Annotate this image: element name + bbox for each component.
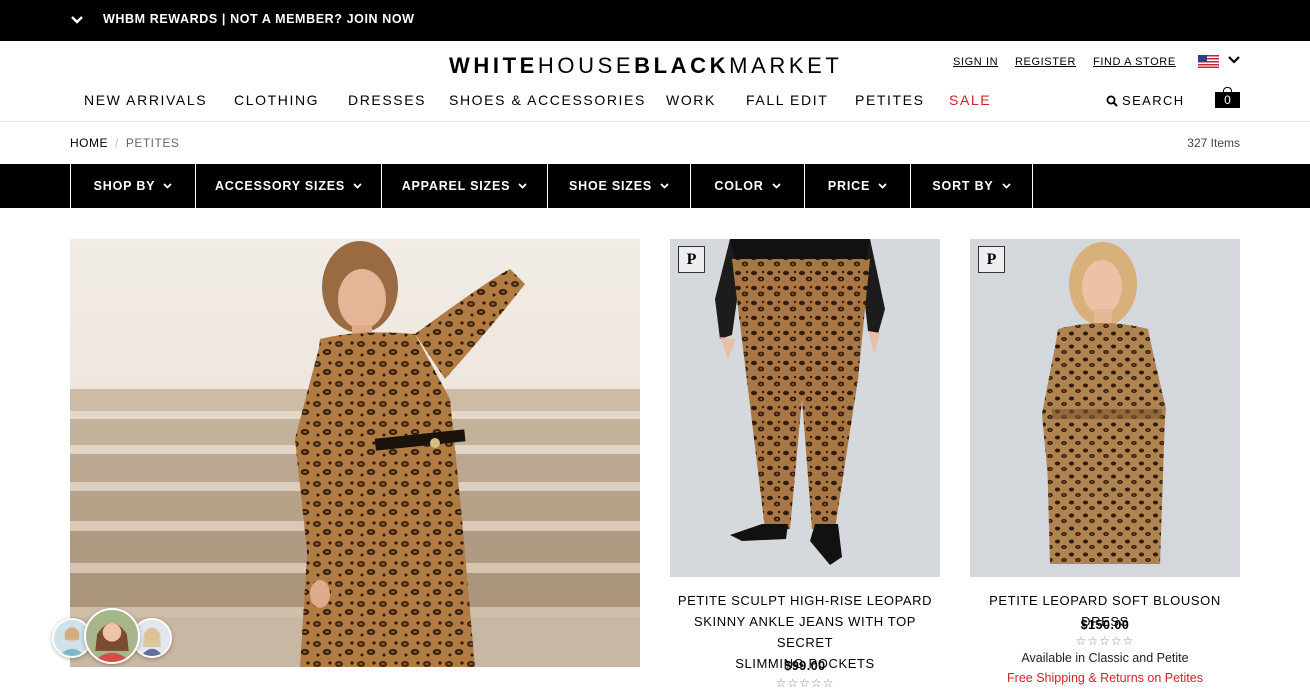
us-flag-icon[interactable] [1198,55,1219,68]
product-price: $99.00 [784,659,826,673]
filter-label: SHOP BY [93,179,156,193]
product-image-leopard-jeans[interactable]: P [670,239,940,577]
chevron-down-icon [518,183,527,189]
item-count: 327 Items [1187,136,1240,150]
shopping-bag-button[interactable]: 0 [1215,87,1240,108]
header-divider [0,121,1310,122]
nav-clothing[interactable]: CLOTHING [234,92,319,108]
filter-apparel-sizes[interactable]: APPAREL SIZES [381,164,547,208]
nav-new-arrivals[interactable]: NEW ARRIVALS [84,92,207,108]
search-label: SEARCH [1122,93,1185,108]
register-link[interactable]: REGISTER [1015,56,1076,68]
promo-text[interactable]: WHBM REWARDS | NOT A MEMBER? JOIN NOW [103,12,415,26]
chevron-down-icon [771,183,781,189]
bag-count: 0 [1215,92,1240,108]
breadcrumb-current: PETITES [125,136,180,150]
nav-dresses[interactable]: DRESSES [348,92,426,108]
petite-badge: P [978,246,1005,273]
breadcrumb-separator: / [115,136,119,150]
logo-white: WHITE [449,53,538,78]
nav-fall-edit[interactable]: FALL EDIT [746,92,828,108]
rating-stars[interactable]: ☆☆☆☆☆ [970,634,1240,648]
filter-label: APPAREL SIZES [401,179,511,193]
filter-label: SHOE SIZES [568,179,653,193]
logo-black: BLACK [634,53,730,78]
filter-color[interactable]: COLOR [690,164,804,208]
filter-sort-by[interactable]: SORT BY [910,164,1033,208]
availability-text: Available in Classic and Petite [1021,651,1189,665]
chevron-down-icon [163,183,172,189]
product-name-line: SKINNY ANKLE JEANS WITH TOP SECRET [693,614,917,650]
filter-label: SORT BY [932,179,994,193]
chevron-down-icon [660,183,669,189]
sign-in-link[interactable]: SIGN IN [953,56,998,68]
filter-label: COLOR [714,179,764,193]
avatar[interactable] [84,608,140,664]
chat-widget[interactable] [50,608,174,668]
filter-price[interactable]: PRICE [804,164,910,208]
filter-accessory-sizes[interactable]: ACCESSORY SIZES [195,164,381,208]
search-button[interactable]: SEARCH [1106,93,1185,108]
shipping-promo-text: Free Shipping & Returns on Petites [1007,671,1203,685]
breadcrumb: HOME / PETITES [70,136,179,150]
filter-label: ACCESSORY SIZES [214,179,346,193]
filter-bar: SHOP BY ACCESSORY SIZES APPAREL SIZES SH… [0,164,1310,208]
filter-label: PRICE [827,179,871,193]
logo-market: MARKET [729,53,843,78]
promo-bar[interactable]: WHBM REWARDS | NOT A MEMBER? JOIN NOW [0,0,1310,41]
breadcrumb-home[interactable]: HOME [70,136,108,150]
find-store-link[interactable]: FIND A STORE [1093,56,1176,68]
nav-petites[interactable]: PETITES [855,92,925,108]
nav-work[interactable]: WORK [666,92,716,108]
filter-shop-by[interactable]: SHOP BY [70,164,195,208]
search-icon [1106,95,1118,107]
nav-shoes-accessories[interactable]: SHOES & ACCESSORIES [449,92,646,108]
nav-sale[interactable]: SALE [949,92,991,108]
chevron-down-icon[interactable] [70,13,84,27]
chevron-down-icon [878,183,887,189]
hero-banner-image[interactable] [70,239,640,667]
rating-stars[interactable]: ☆☆☆☆☆ [670,676,940,690]
product-image-leopard-dress[interactable]: P [970,239,1240,577]
filter-shoe-sizes[interactable]: SHOE SIZES [547,164,690,208]
brand-logo[interactable]: WHITEHOUSEBLACKMARKET [449,53,842,79]
product-name-line: PETITE SCULPT HIGH-RISE LEOPARD [677,593,933,608]
chevron-down-icon[interactable] [1228,55,1240,65]
product-price: $150.00 [1080,618,1130,632]
logo-house: HOUSE [537,53,635,78]
petite-badge: P [678,246,705,273]
chevron-down-icon [1001,183,1011,189]
chevron-down-icon [353,183,362,189]
